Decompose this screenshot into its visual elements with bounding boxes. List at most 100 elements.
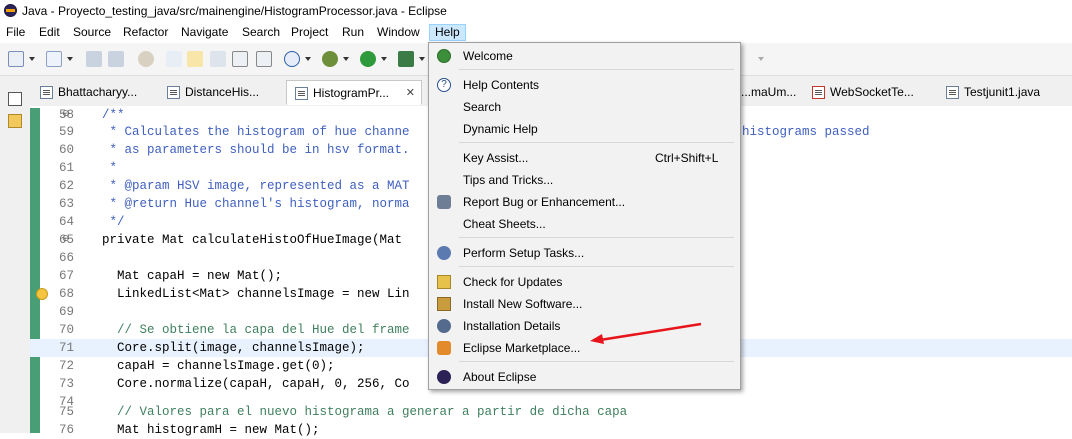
menu-item-label: Install New Software... — [463, 297, 583, 311]
menu-item-key-assist[interactable]: Key Assist... Ctrl+Shift+L — [431, 147, 738, 169]
show-whitespace-icon[interactable] — [256, 51, 272, 67]
menu-file[interactable]: File — [6, 24, 25, 41]
menu-help[interactable]: Help — [429, 24, 466, 41]
menu-search[interactable]: Search — [242, 24, 280, 41]
menu-item-check-for-updates[interactable]: Check for Updates — [431, 271, 738, 293]
line-number: 67 — [58, 269, 74, 283]
line-number: 63 — [58, 197, 74, 211]
menu-source[interactable]: Source — [73, 24, 111, 41]
menu-item-label: Help Contents — [463, 78, 540, 92]
menu-item-shortcut: Ctrl+Shift+L — [655, 151, 719, 165]
code-text: * as parameters should be in hsv format. — [102, 143, 410, 157]
new-java-project-icon[interactable] — [46, 51, 62, 67]
code-text: LinkedList<Mat> channelsImage = new Lin — [102, 287, 410, 301]
save-all-icon[interactable] — [108, 51, 124, 67]
fold-icon[interactable]: ⊖ — [62, 233, 70, 244]
code-text: Core.split(image, channelsImage); — [102, 341, 365, 355]
bug-icon — [437, 195, 451, 209]
tab-label: ...maUm... — [741, 85, 797, 99]
line-number: 70 — [58, 323, 74, 337]
code-text: capaH = channelsImage.get(0); — [102, 359, 335, 373]
chevron-down-icon[interactable] — [305, 57, 311, 61]
warning-icon[interactable] — [36, 288, 48, 300]
menu-item-label: Eclipse Marketplace... — [463, 341, 581, 355]
annotation-arrow-icon — [590, 322, 702, 344]
menu-item-cheat-sheets[interactable]: Cheat Sheets... — [431, 213, 738, 235]
restore-icon[interactable] — [8, 92, 22, 106]
tab-testjunit1[interactable]: Testjunit1.java — [946, 80, 1064, 105]
tab-bhattacharyya[interactable]: Bhattacharyy... — [40, 80, 158, 105]
menu-item-welcome[interactable]: Welcome — [431, 45, 738, 67]
new-icon[interactable] — [8, 51, 24, 67]
package-explorer-icon[interactable] — [8, 114, 22, 128]
menu-refactor[interactable]: Refactor — [123, 24, 168, 41]
fold-icon[interactable]: ⊖ — [62, 108, 70, 119]
menu-item-label: Cheat Sheets... — [463, 217, 546, 231]
tab-histogramprocessor[interactable]: HistogramPr... ✕ — [286, 80, 422, 105]
word-wrap-icon[interactable] — [232, 51, 248, 67]
menu-window[interactable]: Window — [377, 24, 420, 41]
window-title: Java - Proyecto_testing_java/src/maineng… — [22, 4, 447, 18]
menu-item-label: Welcome — [463, 49, 513, 63]
run-icon[interactable] — [360, 51, 376, 67]
installation-details-icon — [437, 319, 451, 333]
chevron-down-icon[interactable] — [758, 57, 764, 61]
java-file-icon — [295, 87, 308, 100]
code-text: * — [102, 161, 118, 175]
menu-item-install-new-software[interactable]: Install New Software... — [431, 293, 738, 315]
menu-edit[interactable]: Edit — [39, 24, 60, 41]
menu-item-perform-setup-tasks[interactable]: Perform Setup Tasks... — [431, 242, 738, 264]
chevron-down-icon[interactable] — [381, 57, 387, 61]
menu-item-tips-and-tricks[interactable]: Tips and Tricks... — [431, 169, 738, 191]
menu-item-label: About Eclipse — [463, 370, 537, 384]
debug-icon[interactable] — [322, 51, 338, 67]
code-text: * Calculates the histogram of hue channe — [102, 125, 410, 139]
line-number: 60 — [58, 143, 74, 157]
chevron-down-icon[interactable] — [67, 57, 73, 61]
line-number: 71 — [58, 341, 74, 355]
line-number: 72 — [58, 359, 74, 373]
menu-navigate[interactable]: Navigate — [181, 24, 228, 41]
tab-websockette[interactable]: WebSocketTe... — [812, 80, 930, 105]
block-selection-icon[interactable] — [210, 51, 226, 67]
java-file-icon — [167, 86, 180, 99]
toggle-breadcrumb-icon[interactable] — [166, 51, 182, 67]
menu-separator — [459, 69, 734, 70]
skip-breakpoints-icon[interactable] — [138, 51, 154, 67]
menu-item-label: Tips and Tricks... — [463, 173, 554, 187]
mark-occurrences-icon[interactable] — [187, 51, 203, 67]
close-icon[interactable]: ✕ — [406, 81, 415, 106]
coverage-icon[interactable] — [398, 51, 414, 67]
tab-label: Testjunit1.java — [964, 85, 1041, 99]
tab-label: Bhattacharyy... — [58, 85, 138, 99]
code-text: /** — [102, 108, 125, 122]
at-icon[interactable] — [284, 51, 300, 67]
chevron-down-icon[interactable] — [343, 57, 349, 61]
menu-item-dynamic-help[interactable]: Dynamic Help — [431, 118, 738, 140]
update-icon — [437, 275, 451, 289]
chevron-down-icon[interactable] — [419, 57, 425, 61]
tab-label: WebSocketTe... — [830, 85, 914, 99]
menu-item-help-contents[interactable]: ? Help Contents — [431, 74, 738, 96]
menu-item-report-bug[interactable]: Report Bug or Enhancement... — [431, 191, 738, 213]
menu-item-label: Perform Setup Tasks... — [463, 246, 585, 260]
code-text: * @param HSV image, represented as a MAT — [102, 179, 410, 193]
line-number: 68 — [58, 287, 74, 301]
chevron-down-icon[interactable] — [29, 57, 35, 61]
install-icon — [437, 297, 451, 311]
menu-run[interactable]: Run — [342, 24, 364, 41]
tab-distancehis[interactable]: DistanceHis... — [167, 80, 285, 105]
code-text: */ — [102, 215, 125, 229]
code-text: Mat histogramH = new Mat(); — [102, 423, 320, 437]
marketplace-icon — [437, 341, 451, 355]
save-icon[interactable] — [86, 51, 102, 67]
code-line: 76 Mat histogramH = new Mat(); — [30, 421, 1072, 439]
menu-item-about-eclipse[interactable]: About Eclipse — [431, 366, 738, 388]
menu-item-search[interactable]: Search — [431, 96, 738, 118]
menu-project[interactable]: Project — [291, 24, 328, 41]
menu-item-label: Key Assist... — [463, 151, 529, 165]
code-text: Core.normalize(capaH, capaH, 0, 256, Co — [102, 377, 410, 391]
line-number: 66 — [58, 251, 74, 265]
code-text: histograms passed — [742, 125, 870, 139]
title-bar: Java - Proyecto_testing_java/src/maineng… — [0, 0, 1072, 22]
